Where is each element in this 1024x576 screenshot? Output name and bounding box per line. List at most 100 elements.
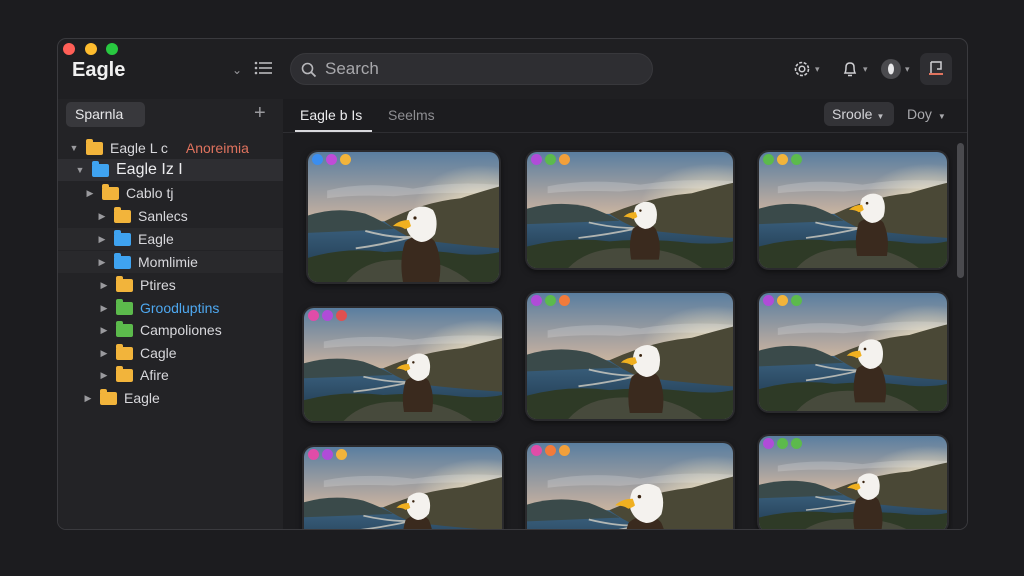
chevron-right-icon[interactable]: ▶ — [98, 303, 110, 314]
color-tag — [791, 438, 802, 449]
color-tag — [559, 445, 570, 456]
chevron-right-icon[interactable]: ▶ — [96, 257, 108, 268]
image-card[interactable] — [757, 150, 949, 270]
search-bar[interactable] — [290, 53, 653, 85]
sidebar-item[interactable]: ▶ Cablo tj — [58, 182, 283, 204]
bookmark-icon — [929, 61, 943, 75]
color-tags — [763, 154, 802, 165]
list-icon[interactable] — [254, 61, 272, 75]
chevron-down-icon[interactable]: ⌄ — [232, 63, 242, 77]
chevron-right-icon[interactable]: ▶ — [98, 280, 110, 291]
color-tag — [531, 154, 542, 165]
image-card[interactable] — [306, 150, 501, 284]
image-card[interactable] — [757, 291, 949, 413]
main-content: Eagle b Is Seelms Sroole ▼ Doy ▼ — [283, 99, 967, 529]
color-tag — [763, 295, 774, 306]
folder-icon — [92, 160, 109, 177]
zoom-window-button[interactable] — [106, 43, 118, 55]
color-tag — [777, 295, 788, 306]
color-tag — [777, 154, 788, 165]
chevron-down-icon: ▾ — [905, 63, 910, 74]
caret-down-icon: ▼ — [937, 112, 946, 121]
caret-down-icon: ▼ — [876, 112, 885, 121]
color-tags — [531, 154, 570, 165]
color-tag — [545, 295, 556, 306]
minimize-window-button[interactable] — [85, 43, 97, 55]
color-tags — [308, 310, 347, 321]
close-window-button[interactable] — [63, 43, 75, 55]
sidebar-item[interactable]: ▶ Groodluptins — [58, 297, 283, 319]
color-tag — [336, 449, 347, 460]
folder-icon — [116, 320, 133, 337]
folder-icon — [102, 183, 119, 200]
color-tag — [308, 310, 319, 321]
plus-icon[interactable]: + — [254, 103, 266, 123]
sidebar-item[interactable]: ▶ Momlimie — [58, 251, 283, 273]
profile-button[interactable]: ▾ — [880, 57, 910, 81]
color-tag — [777, 438, 788, 449]
color-tag — [545, 154, 556, 165]
color-tag — [312, 154, 323, 165]
sidebar-header[interactable]: Sparnla — [66, 102, 145, 127]
color-tag — [340, 154, 351, 165]
color-tags — [763, 438, 802, 449]
scrollbar-thumb[interactable] — [957, 143, 964, 278]
tab-eagle[interactable]: Eagle b Is — [300, 107, 362, 123]
chevron-right-icon[interactable]: ▶ — [98, 370, 110, 381]
day-dropdown[interactable]: Doy ▼ — [907, 106, 946, 122]
folder-icon — [114, 252, 131, 269]
sidebar-item[interactable]: ▶ Eagle — [58, 228, 283, 250]
app-window: Eagle ⌄ ▾ ▾ — [57, 38, 968, 530]
sidebar-item[interactable]: ▼ Eagle L c Anoreimia — [58, 137, 283, 159]
sidebar-item[interactable]: ▶ Eagle — [58, 387, 283, 409]
sidebar-item[interactable]: ▼ Eagle Iz I — [58, 159, 283, 181]
active-tab-indicator — [295, 130, 372, 132]
folder-icon — [114, 206, 131, 223]
chevron-right-icon[interactable]: ▶ — [84, 188, 96, 199]
chevron-right-icon[interactable]: ▶ — [82, 393, 94, 404]
chevron-right-icon[interactable]: ▶ — [96, 234, 108, 245]
sidebar-item[interactable]: ▶ Cagle — [58, 342, 283, 364]
image-card[interactable] — [525, 441, 735, 529]
folder-icon — [116, 343, 133, 360]
tab-seelms[interactable]: Seelms — [388, 107, 435, 123]
image-card[interactable] — [525, 150, 735, 270]
profile-icon — [881, 59, 901, 79]
folder-icon — [100, 388, 117, 405]
folder-icon — [116, 298, 133, 315]
search-input[interactable] — [325, 58, 625, 80]
chevron-right-icon[interactable]: ▶ — [96, 211, 108, 222]
chevron-right-icon[interactable]: ▶ — [98, 348, 110, 359]
chevron-right-icon[interactable]: ▶ — [98, 325, 110, 336]
image-card[interactable] — [525, 291, 735, 421]
sidebar-item[interactable]: ▶ Ptires — [58, 274, 283, 296]
color-tag — [531, 295, 542, 306]
color-tags — [531, 445, 570, 456]
sidebar-item[interactable]: ▶ Campoliones — [58, 319, 283, 341]
image-card[interactable] — [757, 434, 949, 529]
bookmark-button[interactable] — [920, 53, 952, 85]
color-tag — [763, 438, 774, 449]
color-tag — [336, 310, 347, 321]
color-tag — [308, 449, 319, 460]
sort-dropdown[interactable]: Sroole ▼ — [824, 102, 894, 126]
sidebar-item[interactable]: ▶ Sanlecs — [58, 205, 283, 227]
image-card[interactable] — [302, 306, 504, 423]
folder-icon — [116, 275, 133, 292]
sidebar: Sparnla + ▼ Eagle L c Anoreimia ▼ Eagle … — [58, 99, 283, 529]
color-tags — [763, 295, 802, 306]
folder-icon — [86, 138, 103, 155]
chevron-down-icon: ▾ — [863, 63, 868, 74]
color-tags — [308, 449, 347, 460]
chevron-down-icon[interactable]: ▼ — [68, 143, 80, 153]
sidebar-item[interactable]: ▶ Afire — [58, 364, 283, 386]
color-tag — [545, 445, 556, 456]
color-tag — [326, 154, 337, 165]
image-card[interactable] — [302, 445, 504, 529]
folder-icon — [116, 365, 133, 382]
chevron-down-icon[interactable]: ▼ — [74, 165, 86, 175]
settings-button[interactable]: ▾ — [792, 57, 820, 81]
chevron-down-icon: ▾ — [815, 63, 820, 74]
notifications-button[interactable]: ▾ — [840, 57, 868, 81]
image-grid — [283, 134, 953, 529]
